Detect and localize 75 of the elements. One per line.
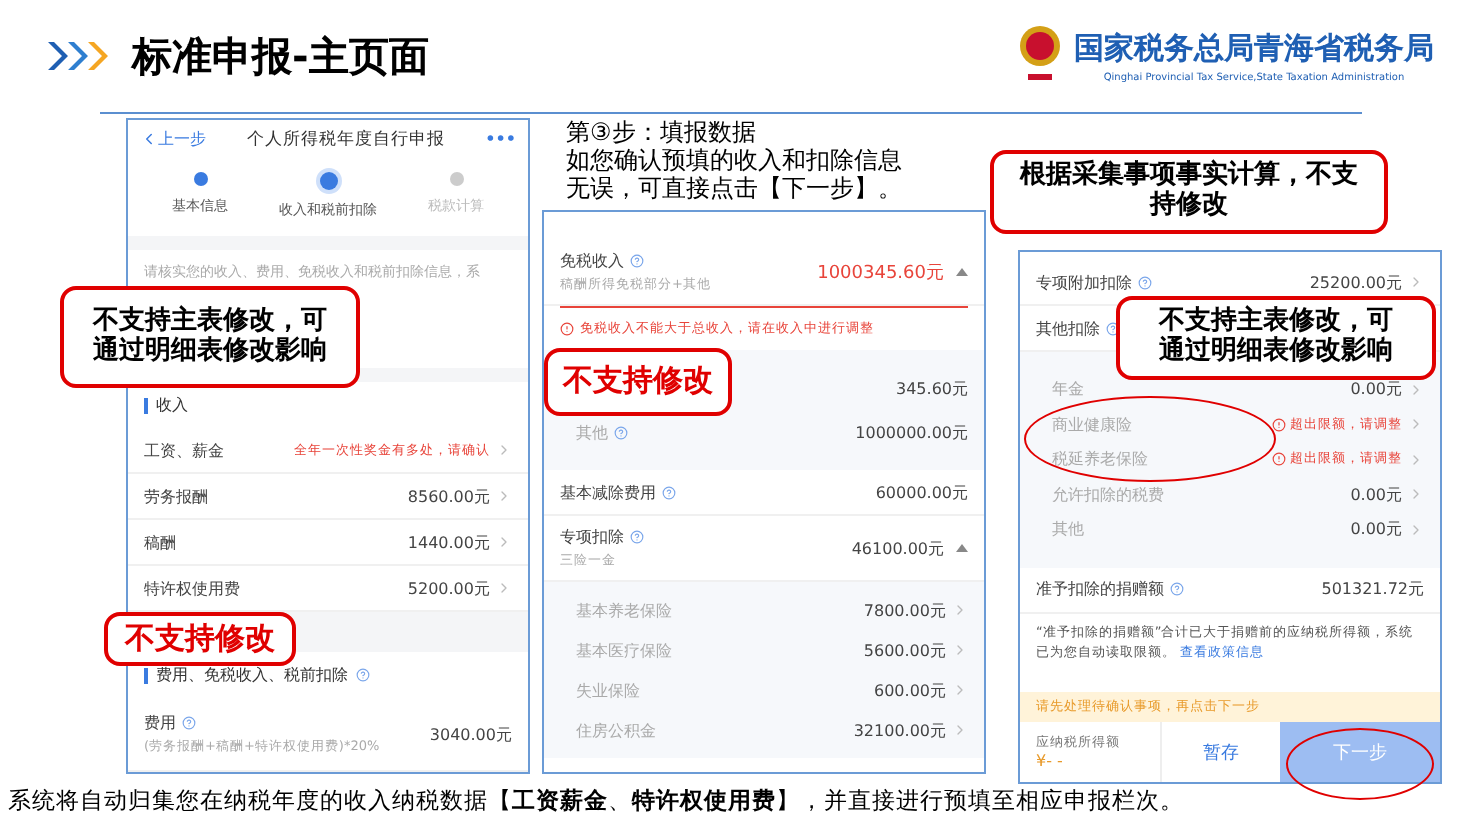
organization-name: 国家税务总局青海省税务局 <box>1074 29 1434 67</box>
row-label: 基本医疗保险 <box>576 639 672 661</box>
alert-icon <box>1272 417 1286 432</box>
row-label: 稿酬 <box>144 531 176 553</box>
back-link[interactable]: 上一步 <box>140 128 206 151</box>
row-value: 8560.00元 <box>407 485 490 507</box>
row-label: 税延养老保险 <box>1052 448 1148 471</box>
help-icon[interactable] <box>614 425 628 439</box>
chevron-right-icon <box>496 488 512 504</box>
callout-bubble: 不支持主表修改，可 通过明细表修改影响 <box>60 286 360 388</box>
row-value: 600.00元 <box>874 679 946 701</box>
row-label: 特许权使用费 <box>144 577 240 599</box>
chevron-right-icon <box>496 534 512 550</box>
row-label: 准予扣除的捐赠额 <box>1036 578 1164 600</box>
caret-up-icon[interactable] <box>956 544 968 552</box>
row-label: 专项扣除 <box>560 526 624 548</box>
row-label: 其他 <box>576 421 608 443</box>
row-label: 基本减除费用 <box>560 481 656 503</box>
caret-up-icon[interactable] <box>956 268 968 276</box>
row-value: 1000345.60元 <box>817 261 944 285</box>
chevron-right-icon <box>1408 274 1424 290</box>
taxable-income-value: ¥- - <box>1036 752 1065 770</box>
help-icon[interactable] <box>662 485 676 499</box>
callout-bubble: 不支持修改 <box>544 348 732 416</box>
chevron-right-icon <box>496 442 512 458</box>
row-value: 1000000.00元 <box>855 421 968 443</box>
section-title: 费用、免税收入、税前扣除 <box>156 664 348 686</box>
chevron-right-icon <box>496 580 512 596</box>
row-label: 商业健康险 <box>1052 413 1132 436</box>
row-label: 免税收入 <box>560 250 624 272</box>
row-label: 工资、薪金 <box>144 439 224 461</box>
row-value: 7800.00元 <box>863 599 946 621</box>
help-icon[interactable] <box>630 530 644 544</box>
row-value: 3040.00元 <box>429 723 512 745</box>
more-menu[interactable]: ••• <box>485 130 516 149</box>
row-value: 345.60元 <box>896 377 968 399</box>
row-label: 年金 <box>1052 378 1084 401</box>
row-label: 专项附加扣除 <box>1036 271 1132 293</box>
row-value: 0.00元 <box>1350 518 1402 541</box>
row-label: 住房公积金 <box>576 719 656 741</box>
help-icon[interactable] <box>630 254 644 268</box>
alert-icon <box>560 322 574 336</box>
help-icon[interactable] <box>1170 582 1184 596</box>
row-value: 32100.00元 <box>853 719 946 741</box>
screen-title: 个人所得税年度自行申报 <box>244 127 447 152</box>
instruction-text: 第③步：填报数据 如您确认预填的收入和扣除信息 无误，可直接点击【下一步】。 <box>564 116 904 206</box>
section-title: 收入 <box>156 394 188 416</box>
row-value: 46100.00元 <box>851 537 944 559</box>
row-value: 0.00元 <box>1350 483 1402 506</box>
section-marker <box>144 397 148 413</box>
chevron-left-icon <box>140 130 158 149</box>
summary-text: 系统将自动归集您在纳税年度的收入纳税数据【工资薪金、特许权使用费】，并直接进行预填至相应申报栏次。 <box>6 784 1186 816</box>
row-value: 60000.00元 <box>875 481 968 503</box>
callout-bubble: 根据采集事项事实计算，不支 持修改 <box>990 150 1388 234</box>
help-icon[interactable] <box>356 668 370 682</box>
row-value: 1440.00元 <box>407 531 490 553</box>
row-value: 5200.00元 <box>407 577 490 599</box>
row-label: 其他扣除 <box>1036 317 1100 339</box>
row-label: 失业保险 <box>576 679 640 701</box>
row-label: 允许扣除的税费 <box>1052 483 1164 506</box>
row-label: 费用 <box>144 712 176 734</box>
row-label: 其他 <box>1052 518 1084 541</box>
row-value: 0.00元 <box>1350 378 1402 401</box>
help-icon[interactable] <box>182 716 196 730</box>
row-label: 劳务报酬 <box>144 485 208 507</box>
slide-title: 标准申报-主页面 <box>132 29 431 83</box>
row-value: 501321.72元 <box>1321 578 1424 600</box>
help-icon[interactable] <box>1138 275 1152 289</box>
alert-icon <box>1272 452 1286 467</box>
callout-bubble: 不支持主表修改，可 通过明细表修改影响 <box>1116 296 1436 380</box>
callout-bubble: 不支持修改 <box>104 612 296 666</box>
section-marker <box>144 667 148 683</box>
row-value: 25200.00元 <box>1309 271 1402 293</box>
row-value: 5600.00元 <box>863 639 946 661</box>
row-label: 基本养老保险 <box>576 599 672 621</box>
